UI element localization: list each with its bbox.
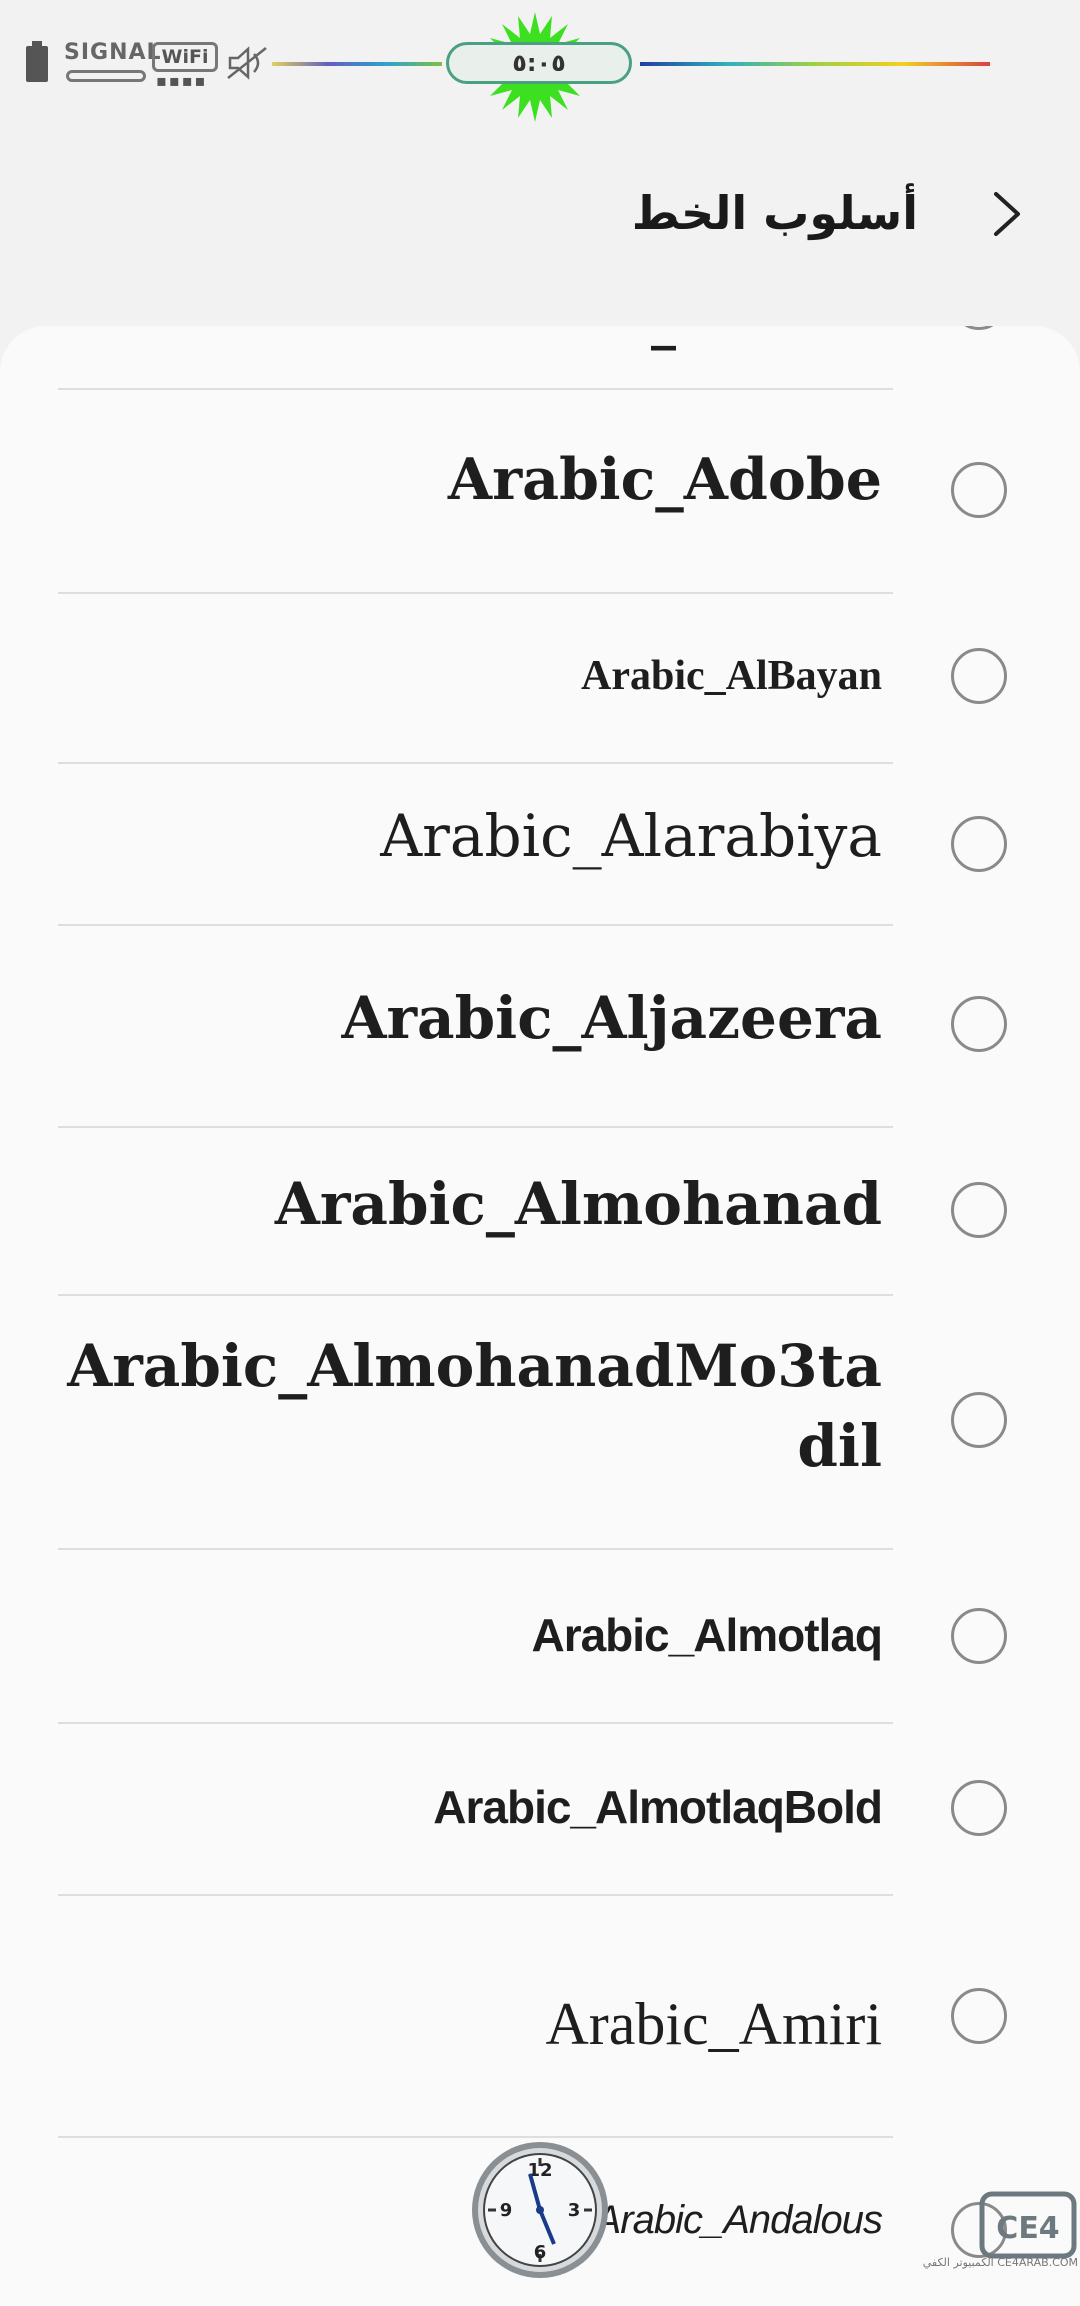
- battery-icon: [26, 41, 48, 82]
- font-option-arabic-albayan[interactable]: Arabic_AlBayan: [0, 594, 1080, 762]
- font-radio[interactable]: [951, 1608, 1007, 1664]
- font-option-arabic-amiri[interactable]: Arabic_Amiri: [0, 1896, 1080, 2136]
- font-label: Arabic_Aljazeera: [341, 984, 882, 1052]
- font-option-arabic-almohanadmo3tadil[interactable]: Arabic_AlmohanadMo3ta dil: [0, 1296, 1080, 1548]
- font-label: Arabic_Adobe: [447, 446, 882, 513]
- font-label: _: [651, 326, 676, 351]
- mute-icon: [227, 46, 267, 80]
- font-label: Arabic_Almotlaq: [531, 1609, 883, 1661]
- font-label: Arabic_AlmotlaqBold: [433, 1781, 883, 1833]
- font-radio[interactable]: [951, 1988, 1007, 2044]
- font-label: Arabic_Andalous: [594, 2198, 883, 2242]
- font-radio[interactable]: [951, 1182, 1007, 1238]
- font-label: Arabic_AlBayan: [580, 653, 882, 699]
- font-radio[interactable]: [951, 996, 1007, 1052]
- font-radio[interactable]: [951, 816, 1007, 872]
- watch-number-9: 9: [500, 2200, 513, 2221]
- font-label: Arabic_Alarabiya: [380, 802, 882, 870]
- font-list: _ Arabic_Adobe Arabic_AlBayan Arabic_Ala…: [0, 326, 1080, 2306]
- list-item-partial[interactable]: _: [0, 326, 1080, 366]
- watermark-caption: الكمبيوتر الكفي CE4ARAB.COM: [922, 2256, 1078, 2269]
- watermark-logo-letters: CE4: [996, 2211, 1059, 2246]
- font-option-arabic-almohanad[interactable]: Arabic_Almohanad: [0, 1128, 1080, 1294]
- chevron-back-icon[interactable]: [978, 184, 1038, 244]
- clock-text: ٥:٠٥: [512, 49, 566, 77]
- signal-label: SIGNAL: [64, 40, 162, 65]
- status-decoration-line-left: [272, 62, 442, 66]
- title-bar: أسلوب الخط: [0, 130, 1080, 330]
- wifi-icon: WiFi: [152, 42, 218, 72]
- wristwatch-icon: 12 3 6 9: [472, 2142, 608, 2278]
- font-option-arabic-adobe[interactable]: Arabic_Adobe: [0, 390, 1080, 592]
- font-radio[interactable]: [951, 1780, 1007, 1836]
- font-label-line1: Arabic_AlmohanadMo3ta: [67, 1332, 882, 1400]
- wifi-dots: ▪▪▪▪: [156, 71, 208, 90]
- font-option-arabic-almotlaqbold[interactable]: Arabic_AlmotlaqBold: [0, 1724, 1080, 1894]
- font-option-arabic-alarabiya[interactable]: Arabic_Alarabiya: [0, 764, 1080, 924]
- font-radio[interactable]: [951, 1392, 1007, 1448]
- font-label-line2: dil: [797, 1412, 882, 1480]
- font-label: Arabic_Amiri: [545, 1991, 882, 2057]
- status-decoration-line-right: [640, 62, 990, 66]
- page-title: أسلوب الخط: [631, 186, 918, 240]
- watch-number-3: 3: [568, 2200, 581, 2221]
- font-radio[interactable]: [951, 648, 1007, 704]
- signal-strength-icon: [66, 70, 146, 82]
- font-radio[interactable]: [951, 326, 1007, 330]
- font-option-arabic-aljazeera[interactable]: Arabic_Aljazeera: [0, 926, 1080, 1126]
- font-radio[interactable]: [951, 462, 1007, 518]
- watch-number-6: 6: [534, 2242, 547, 2263]
- status-bar: SIGNAL WiFi ▪▪▪▪ ٥:٠٥: [0, 0, 1080, 130]
- font-label: Arabic_Almohanad: [274, 1170, 882, 1238]
- font-option-arabic-almotlaq[interactable]: Arabic_Almotlaq: [0, 1550, 1080, 1722]
